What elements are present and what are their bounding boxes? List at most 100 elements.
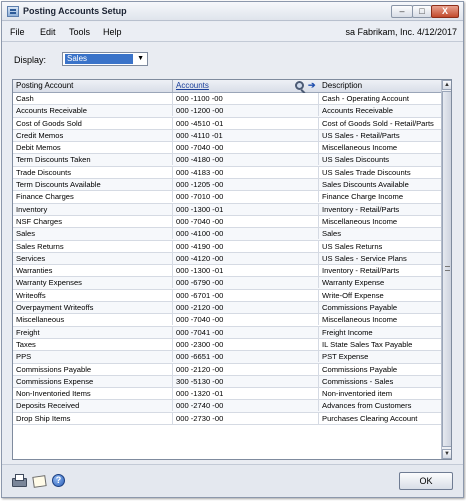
account-number-cell[interactable]: 000 -7041 -00 (173, 326, 319, 338)
account-number-cell[interactable]: 000 -4100 -00 (173, 228, 319, 240)
description-cell: Miscellaneous Income (322, 315, 398, 325)
table-row[interactable]: Credit Memos 000 -4110 -01 US Sales - Reta… (13, 129, 441, 143)
posting-account-cell: Overpayment Writeoffs (13, 302, 173, 314)
account-number-cell[interactable]: 000 -6651 -00 (173, 351, 319, 363)
account-number-cell[interactable]: 000 -6701 -00 (173, 289, 319, 301)
account-number-cell[interactable]: 000 -2300 -00 (173, 338, 319, 350)
menu-file[interactable]: File (10, 27, 25, 37)
scroll-down-button[interactable]: ▼ (442, 449, 451, 459)
table-row[interactable]: Warranty Expenses 000 -6790 -00 Warranty E… (13, 277, 441, 290)
posting-account-cell: Commissions Payable (13, 363, 173, 375)
account-number-cell[interactable]: 000 -6790 -00 (173, 277, 319, 289)
description-cell: US Sales Returns (322, 241, 383, 251)
posting-accounts-grid: Posting Account Accounts ➔ Description C… (12, 79, 452, 460)
table-row[interactable]: Drop Ship Items 000 -2730 -00 Purchases Cl… (13, 412, 441, 426)
table-row[interactable]: Inventory 000 -1300 -01 Inventory - Retail… (13, 203, 441, 216)
posting-account-cell: Trade Discounts (13, 166, 173, 178)
account-number-cell[interactable]: 000 -2120 -00 (173, 302, 319, 314)
account-number-cell[interactable]: 000 -7040 -00 (173, 314, 319, 326)
table-row[interactable]: Accounts Receivable 000 -1200 -00 Accounts… (13, 105, 441, 118)
account-number-cell[interactable]: 000 -4180 -00 (173, 154, 319, 166)
grip-icon (445, 266, 450, 271)
help-icon[interactable]: ? (52, 474, 65, 487)
lookup-icon[interactable] (295, 81, 304, 90)
account-number-cell[interactable]: 000 -2740 -00 (173, 400, 319, 412)
account-number-cell[interactable]: 000 -7040 -00 (173, 142, 319, 154)
account-number-cell[interactable]: 000 -4183 -00 (173, 166, 319, 178)
description-cell: Inventory - Retail/Parts (322, 204, 400, 214)
table-row[interactable]: Commissions Payable 000 -2120 -00 Commissi… (13, 363, 441, 376)
table-row[interactable]: Miscellaneous 000 -7040 -00 Miscellaneous … (13, 314, 441, 327)
account-number-cell[interactable]: 000 -7010 -00 (173, 191, 319, 203)
table-row[interactable]: Cost of Goods Sold 000 -4510 -01 Cost of G… (13, 117, 441, 130)
table-row[interactable]: Sales Returns 000 -4190 -00 US Sales Retur… (13, 240, 441, 253)
table-row[interactable]: Cash 000 -1100 -00 Cash - Operating Accoun… (13, 93, 441, 106)
account-number-cell[interactable]: 000 -4510 -01 (173, 117, 319, 129)
description-cell: US Sales - Service Plans (322, 253, 407, 263)
description-cell: Inventory - Retail/Parts (322, 266, 400, 276)
account-number-cell[interactable]: 000 -1100 -00 (173, 93, 319, 104)
table-row[interactable]: Taxes 000 -2300 -00 IL State Sales Tax Pay… (13, 338, 441, 352)
table-row[interactable]: Term Discounts Available 000 -1205 -00 Sal… (13, 179, 441, 192)
footer-bar: ? OK (2, 464, 463, 497)
posting-account-cell: Commissions Expense (13, 375, 173, 387)
menu-help[interactable]: Help (103, 27, 122, 37)
table-row[interactable]: Deposits Received 000 -2740 -00 Advances f… (13, 400, 441, 413)
table-row[interactable]: Sales 000 -4100 -00 Sales (13, 228, 441, 241)
table-row[interactable]: Finance Charges 000 -7010 -00 Finance Char… (13, 191, 441, 204)
description-cell: Sales Discounts Available (322, 180, 409, 190)
account-number-cell[interactable]: 000 -4120 -00 (173, 252, 319, 264)
table-row[interactable]: Overpayment Writeoffs 000 -2120 -00 Commis… (13, 302, 441, 315)
table-row[interactable]: Writeoffs 000 -6701 -00 Write-Off Expense (13, 289, 441, 303)
description-cell: US Sales Discounts (322, 155, 390, 165)
account-number-cell[interactable]: 000 -4110 -01 (173, 129, 319, 141)
table-row[interactable]: Trade Discounts 000 -4183 -00 US Sales Tra… (13, 166, 441, 180)
menu-tools[interactable]: Tools (69, 27, 90, 37)
account-number-cell[interactable]: 000 -2120 -00 (173, 363, 319, 375)
account-number-cell[interactable]: 000 -1205 -00 (173, 179, 319, 191)
description-cell: Commissions - Sales (322, 376, 394, 386)
minimize-button[interactable]: – (391, 5, 413, 18)
posting-account-cell: Cash (13, 93, 173, 104)
posting-account-cell: Accounts Receivable (13, 105, 173, 117)
maximize-button[interactable]: □ (412, 5, 432, 18)
table-row[interactable]: Debit Memos 000 -7040 -00 Miscellaneous In… (13, 142, 441, 155)
window-app-icon (7, 6, 19, 17)
table-row[interactable]: Commissions Expense 300 -5130 -00 Commissi… (13, 375, 441, 389)
account-number-cell[interactable]: 000 -2730 -00 (173, 412, 319, 424)
account-number-cell[interactable]: 000 -7040 -00 (173, 215, 319, 227)
note-icon[interactable] (32, 474, 46, 487)
posting-account-cell: Warranty Expenses (13, 277, 173, 289)
account-number-cell[interactable]: 000 -1200 -00 (173, 105, 319, 117)
account-number-cell[interactable]: 000 -1320 -01 (173, 388, 319, 400)
vertical-scrollbar[interactable]: ▲ ▼ (441, 80, 451, 459)
posting-account-cell: Miscellaneous (13, 314, 173, 326)
table-row[interactable]: PPS 000 -6651 -00 PST Expense (13, 351, 441, 364)
table-row[interactable]: NSF Charges 000 -7040 -00 Miscellaneous In… (13, 215, 441, 229)
table-row[interactable]: Freight 000 -7041 -00 Freight Income (13, 326, 441, 339)
table-row[interactable]: Term Discounts Taken 000 -4180 -00 US Sale… (13, 154, 441, 167)
account-number-cell[interactable]: 000 -1300 -01 (173, 265, 319, 277)
display-dropdown[interactable]: Sales ▼ (62, 52, 148, 66)
description-cell: Cost of Goods Sold - Retail/Parts (322, 118, 434, 128)
title-bar[interactable]: Posting Accounts Setup – □ X (2, 2, 463, 21)
table-row[interactable]: Services 000 -4120 -00 US Sales - Service … (13, 252, 441, 266)
menu-edit[interactable]: Edit (40, 27, 56, 37)
close-button[interactable]: X (431, 5, 459, 18)
account-number-cell[interactable]: 000 -4190 -00 (173, 240, 319, 252)
chevron-down-icon: ▼ (137, 55, 144, 62)
grid-rows: Cash 000 -1100 -00 Cash - Operating Accoun… (13, 93, 441, 426)
table-row[interactable]: Warranties 000 -1300 -01 Inventory - Retai… (13, 265, 441, 278)
arrow-right-icon[interactable]: ➔ (308, 80, 316, 91)
account-number-cell[interactable]: 000 -1300 -01 (173, 203, 319, 215)
description-cell: Purchases Clearing Account (322, 413, 418, 423)
scroll-up-button[interactable]: ▲ (442, 80, 451, 90)
posting-account-cell: Finance Charges (13, 191, 173, 203)
printer-icon[interactable] (12, 474, 27, 487)
account-number-cell[interactable]: 300 -5130 -00 (173, 375, 319, 387)
table-row[interactable]: Non-Inventoried Items 000 -1320 -01 Non-in… (13, 388, 441, 401)
description-cell: Miscellaneous Income (322, 143, 398, 153)
grid-header: Posting Account Accounts ➔ Description (13, 80, 441, 93)
ok-button[interactable]: OK (399, 472, 453, 490)
scroll-thumb[interactable] (442, 91, 451, 447)
